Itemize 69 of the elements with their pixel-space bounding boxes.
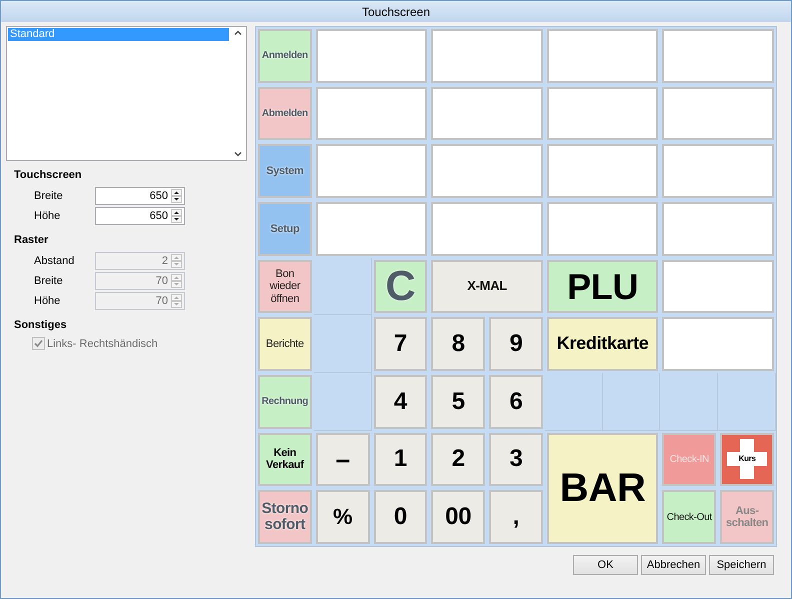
scroll-down-icon[interactable]: [234, 152, 242, 157]
spin-arrows-icon[interactable]: [171, 189, 182, 203]
pos-key[interactable]: 0: [374, 490, 428, 544]
pos-key[interactable]: 1: [374, 432, 428, 486]
empty-key[interactable]: [662, 317, 774, 371]
empty-key[interactable]: [431, 144, 543, 198]
empty-key[interactable]: [546, 202, 658, 256]
field-label: Abstand: [33, 255, 76, 267]
pos-key[interactable]: Kreditkarte: [546, 317, 658, 371]
pos-key[interactable]: 9: [489, 317, 543, 371]
pos-key[interactable]: –: [316, 432, 370, 486]
pos-key[interactable]: 5: [431, 375, 486, 429]
dialog-button[interactable]: Abbrechen: [641, 555, 706, 575]
pos-key[interactable]: %: [316, 490, 370, 544]
field-label: Höhe: [33, 295, 62, 307]
pos-key[interactable]: 8: [431, 317, 486, 371]
pos-key[interactable]: PLU: [546, 260, 658, 314]
dialog-button[interactable]: OK: [573, 555, 638, 575]
pos-key[interactable]: ,: [489, 490, 543, 544]
window-title: Touchscreen: [362, 4, 430, 18]
field-label: Breite: [33, 190, 64, 202]
field-label: Breite: [33, 275, 64, 287]
pos-key[interactable]: Kein Verkauf: [258, 432, 312, 486]
empty-key[interactable]: [662, 29, 774, 83]
pos-key[interactable]: System: [258, 144, 312, 198]
pos-key[interactable]: 6: [489, 375, 543, 429]
pos-key[interactable]: 7: [374, 317, 428, 371]
empty-key[interactable]: [546, 144, 658, 198]
pos-key[interactable]: Check-Out: [662, 490, 716, 544]
pos-key[interactable]: 4: [374, 375, 428, 429]
section-heading: Touchscreen: [14, 169, 83, 181]
spin-field[interactable]: 650: [95, 207, 185, 225]
cross-icon: [727, 439, 768, 480]
empty-key[interactable]: [316, 202, 428, 256]
empty-key[interactable]: [316, 144, 428, 198]
pos-key[interactable]: Rechnung: [258, 375, 312, 429]
pos-key[interactable]: Setup: [258, 202, 312, 256]
dialog-button[interactable]: Speichern: [709, 555, 774, 575]
empty-key[interactable]: [662, 86, 774, 140]
empty-key[interactable]: [431, 86, 543, 140]
section-heading: Raster: [14, 234, 50, 246]
pos-key[interactable]: Bon wieder öffnen: [258, 260, 312, 314]
pos-key[interactable]: C: [374, 260, 428, 314]
pos-key[interactable]: 3: [489, 432, 543, 486]
empty-key[interactable]: [316, 29, 428, 83]
empty-key[interactable]: [662, 202, 774, 256]
pos-key[interactable]: BAR: [546, 432, 658, 544]
empty-key[interactable]: [431, 202, 543, 256]
key-label: Kurs: [738, 455, 756, 464]
empty-key[interactable]: [662, 260, 774, 314]
pos-key[interactable]: Abmelden: [258, 86, 312, 140]
scroll-up-icon[interactable]: [234, 30, 242, 35]
empty-key[interactable]: [431, 29, 543, 83]
empty-key[interactable]: [316, 86, 428, 140]
pos-key[interactable]: Anmelden: [258, 29, 312, 83]
pos-key[interactable]: Berichte: [258, 317, 312, 371]
empty-key[interactable]: [662, 144, 774, 198]
pos-key[interactable]: 2: [431, 432, 486, 486]
checkbox-label: Links- Rechtshändisch: [47, 338, 158, 350]
cross-key[interactable]: Kurs: [720, 432, 774, 486]
spin-field[interactable]: 650: [95, 187, 185, 205]
pos-key[interactable]: X-MAL: [431, 260, 543, 314]
pos-key[interactable]: Storno sofort: [258, 490, 312, 544]
empty-key[interactable]: [546, 29, 658, 83]
empty-key[interactable]: [546, 86, 658, 140]
pos-key[interactable]: 00: [431, 490, 486, 544]
section-heading: Sonstiges: [14, 319, 67, 331]
field-label: Höhe: [33, 210, 62, 222]
spin-arrows-icon[interactable]: [171, 209, 182, 223]
